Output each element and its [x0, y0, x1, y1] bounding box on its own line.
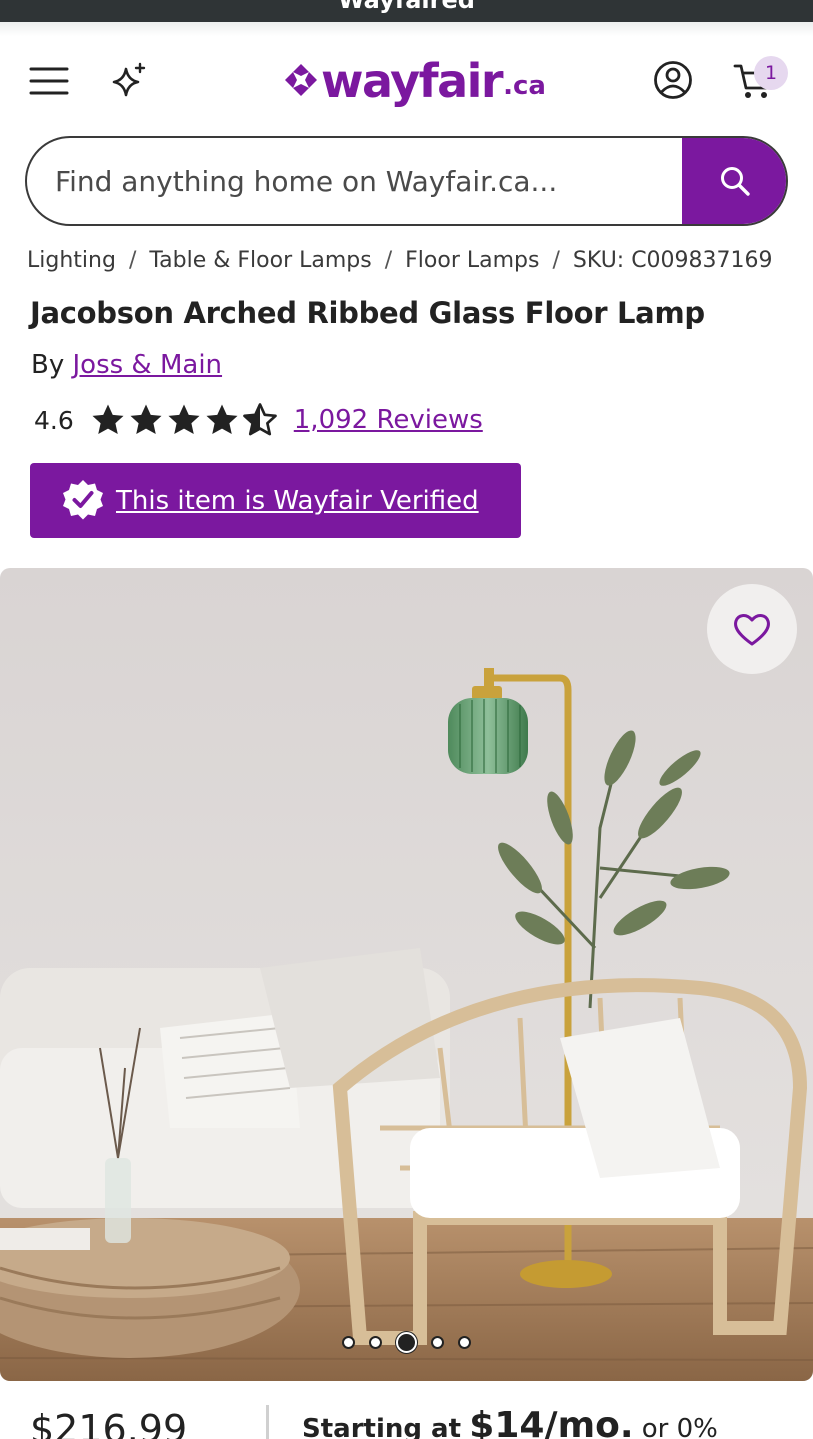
product-photo [0, 568, 813, 1381]
star-icon [130, 404, 162, 435]
top-banner-text: Wayfaired [338, 0, 475, 14]
star-icon [206, 404, 238, 435]
sparkle-icon [112, 62, 146, 97]
search-icon [720, 167, 750, 196]
top-banner: Wayfaired [0, 0, 813, 22]
favorite-button[interactable] [707, 584, 797, 674]
breadcrumb-floor-lamps[interactable]: Floor Lamps [405, 248, 539, 273]
header-divider [0, 22, 813, 36]
logo-pinwheel-icon [285, 64, 317, 96]
price: $216.99 [30, 1407, 188, 1439]
price-divider [266, 1405, 269, 1439]
breadcrumb-lighting[interactable]: Lighting [27, 248, 116, 273]
wayfair-logo[interactable]: wayfair .ca [283, 54, 546, 108]
financing-suffix: or 0% [641, 1414, 718, 1439]
carousel-dot[interactable] [431, 1336, 444, 1349]
price-row: $216.99 Starting at $14/mo. or 0% [0, 1395, 813, 1439]
heart-icon [734, 614, 770, 646]
menu-button[interactable] [26, 60, 72, 102]
monthly-price: $14/mo. [469, 1405, 634, 1439]
half-star-icon [242, 403, 277, 436]
search-button[interactable] [682, 138, 786, 224]
financing-offer[interactable]: Starting at $14/mo. or 0% [302, 1405, 718, 1439]
breadcrumb-separator: / [128, 248, 137, 273]
star-rating[interactable] [90, 403, 280, 437]
product-title: Jacobson Arched Ribbed Glass Floor Lamp [30, 296, 705, 330]
carousel-dot[interactable] [369, 1336, 382, 1349]
carousel-dot[interactable] [342, 1336, 355, 1349]
carousel-dot[interactable] [458, 1336, 471, 1349]
wayfair-verified-button[interactable]: This item is Wayfair Verified [30, 463, 521, 538]
star-icon [92, 404, 124, 435]
breadcrumb-separator: / [384, 248, 393, 273]
by-label: By [31, 350, 65, 380]
logo-tld: .ca [503, 71, 546, 101]
rating-value: 4.6 [34, 405, 74, 435]
breadcrumb-table-floor-lamps[interactable]: Table & Floor Lamps [149, 248, 371, 273]
sku-label: SKU: C009837169 [572, 248, 773, 273]
verified-label: This item is Wayfair Verified [116, 485, 479, 516]
search-bar [25, 136, 788, 226]
brand-link[interactable]: Joss & Main [73, 350, 223, 380]
logo-word: wayfair [321, 54, 504, 108]
product-image[interactable] [0, 568, 813, 1381]
carousel-dot-active[interactable] [396, 1332, 417, 1353]
breadcrumb: Lighting / Table & Floor Lamps / Floor Lamps… [27, 248, 773, 273]
image-carousel-dots [0, 1332, 813, 1353]
account-icon [654, 61, 692, 99]
reviews-link[interactable]: 1,092 Reviews [294, 405, 483, 435]
star-icon [168, 404, 200, 435]
breadcrumb-separator: / [552, 248, 560, 273]
cart-count-badge: 1 [754, 56, 788, 90]
menu-icon [29, 67, 69, 95]
search-input[interactable] [27, 138, 685, 224]
account-button[interactable] [651, 58, 695, 102]
brand-line: By Joss & Main [31, 350, 222, 380]
rating-summary: 4.6 1,092 Reviews [34, 403, 483, 437]
starting-at-label: Starting at [302, 1414, 462, 1439]
verified-badge-icon [63, 479, 103, 519]
ai-assistant-button[interactable] [106, 58, 152, 104]
